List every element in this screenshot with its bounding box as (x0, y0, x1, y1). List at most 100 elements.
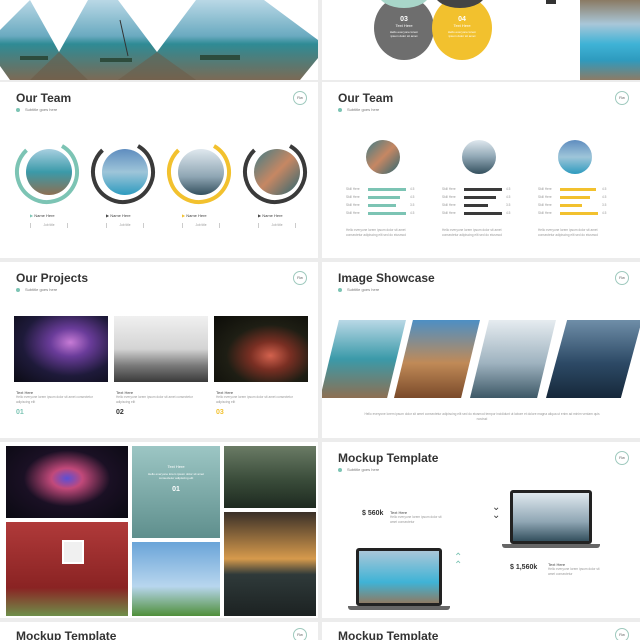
logo-badge: Rw (615, 271, 629, 285)
slide-grid: 03 Text Here Hello everyone lorem ipsum … (0, 0, 640, 640)
logo-badge: Rw (615, 91, 629, 105)
skill-label: Skill Here (346, 203, 360, 207)
skill-bar (560, 204, 582, 207)
skill-bar (464, 204, 488, 207)
skill-value: 4.5 (410, 211, 415, 215)
gallery-number: 01 (172, 486, 180, 493)
slide-title: Mockup Template (16, 629, 117, 640)
skill-bar (464, 212, 502, 215)
team-photo (558, 140, 592, 174)
slide-title: Our Team (338, 91, 394, 105)
skill-bar (464, 188, 502, 191)
slide-gallery[interactable]: Text Here Hello everyone lorem ipsum dol… (0, 442, 318, 618)
project-number: 03 (216, 409, 224, 416)
skill-bar (368, 188, 406, 191)
circle-label: Text Here (395, 23, 413, 28)
gallery-window (62, 540, 84, 564)
circle-body: Hello everyone lorem ipsum dolor sit ame… (389, 30, 419, 38)
circle-body: Hello everyone lorem ipsum dolor sit ame… (447, 30, 477, 38)
member-role: Job title (30, 223, 68, 228)
skill-bar (464, 196, 496, 199)
gallery-night-building (6, 446, 128, 518)
skill-value: 4.5 (410, 187, 415, 191)
gallery-lake-sunset (224, 512, 316, 616)
skill-bar (368, 196, 400, 199)
member-name: ▶ Name Here (30, 213, 55, 218)
slide-mockup-template[interactable]: Mockup Template Subtitle goes here Rw $ … (322, 442, 640, 618)
project-number: 02 (116, 409, 124, 416)
slide-subtitle: Subtitle goes here (338, 107, 379, 112)
project-photo-galaxy (14, 316, 108, 382)
gallery-red-barn (6, 522, 128, 616)
slide-our-team-2[interactable]: Our Team Subtitle goes here Rw Skill Her… (322, 82, 640, 258)
skill-bar (368, 204, 396, 207)
project-body: Hello everyone lorem ipsum dolor sit ame… (116, 395, 193, 404)
slide-our-projects[interactable]: Our Projects Subtitle goes here Rw Text … (0, 262, 318, 438)
skill-value: 4.5 (506, 211, 511, 215)
logo-badge: Rw (615, 628, 629, 640)
skill-bar (560, 212, 598, 215)
project-body: Hello everyone lorem ipsum dolor sit ame… (16, 395, 93, 404)
slide-title: Our Projects (16, 271, 89, 285)
skill-label: Skill Here (538, 195, 552, 199)
skill-value: 4.5 (602, 187, 607, 191)
skill-label: Skill Here (442, 203, 456, 207)
member-name: ▶ Name Here (106, 213, 131, 218)
project-number: 01 (16, 409, 24, 416)
skill-value: 3.5 (410, 203, 415, 207)
logo-badge: Rw (293, 271, 307, 285)
slide-title: Mockup Template (338, 629, 439, 640)
gallery-flowers (224, 446, 316, 508)
mockup-body: Hello everyone lorem ipsum dolor sit ame… (390, 515, 442, 524)
team-circles (15, 139, 307, 204)
project-body: Hello everyone lorem ipsum dolor sit ame… (216, 395, 293, 404)
member-desc: Hello everyone lorem ipsum dolor sit ame… (346, 228, 406, 237)
member-name: ▶ Name Here (258, 213, 283, 218)
skill-value: 4.5 (410, 195, 415, 199)
skill-value: 3.5 (506, 203, 511, 207)
mockup-body: Hello everyone lorem ipsum dolor sit ame… (548, 567, 600, 576)
triangle-photo-strip (0, 0, 318, 80)
skill-value: 3.5 (602, 203, 607, 207)
skill-label: Skill Here (346, 187, 360, 191)
skill-label: Skill Here (538, 187, 552, 191)
skill-label: Skill Here (442, 187, 456, 191)
laptop-lower (356, 548, 442, 606)
logo-badge: Rw (293, 628, 307, 640)
skill-value: 4.5 (506, 187, 511, 191)
member-desc: Hello everyone lorem ipsum dolor sit ame… (442, 228, 502, 237)
showcase-caption: Hello everyone lorem ipsum dolor sit ame… (364, 412, 600, 421)
slide-our-team-1[interactable]: Our Team Subtitle goes here Rw ▶ Name He… (0, 82, 318, 258)
project-photo-sea (114, 316, 208, 382)
slide-beach-triangles[interactable] (0, 0, 318, 80)
member-role: Job title (106, 223, 144, 228)
project-photo-hand (214, 316, 308, 382)
skill-value: 4.5 (506, 195, 511, 199)
price-2: $ 1,560k (510, 564, 538, 571)
circle-label: Text Here (453, 23, 471, 28)
slide-title: Mockup Template (338, 451, 439, 465)
chevron-up-icon: ⌃ ⌃ (454, 552, 463, 571)
skill-label: Skill Here (442, 211, 456, 215)
laptop-lower-base (348, 606, 450, 610)
team-photo (366, 140, 400, 174)
skill-label: Skill Here (346, 195, 360, 199)
slide-circles[interactable]: 03 Text Here Hello everyone lorem ipsum … (322, 0, 640, 80)
skill-label: Skill Here (346, 211, 360, 215)
logo-badge: Rw (615, 451, 629, 465)
skill-label: Skill Here (538, 211, 552, 215)
member-name: ▶ Name Here (182, 213, 207, 218)
slide-image-showcase[interactable]: Image Showcase Subtitle goes here Rw Hel… (322, 262, 640, 438)
slide-subtitle: Subtitle goes here (338, 287, 379, 292)
member-desc: Hello everyone lorem ipsum dolor sit ame… (538, 228, 598, 237)
slide-subtitle: Subtitle goes here (338, 467, 379, 472)
team-photo (462, 140, 496, 174)
slide-mockup-template-bottom-left[interactable]: Mockup Template Rw (0, 622, 318, 640)
slide-subtitle: Subtitle goes here (16, 287, 57, 292)
gallery-coaster (132, 542, 220, 616)
chevron-down-icon: ⌄ ⌄ (492, 502, 501, 521)
skill-bar (368, 212, 406, 215)
showcase-mountain (546, 320, 640, 398)
price-1: $ 560k (362, 510, 384, 517)
slide-mockup-template-bottom-right[interactable]: Mockup Template Rw (322, 622, 640, 640)
